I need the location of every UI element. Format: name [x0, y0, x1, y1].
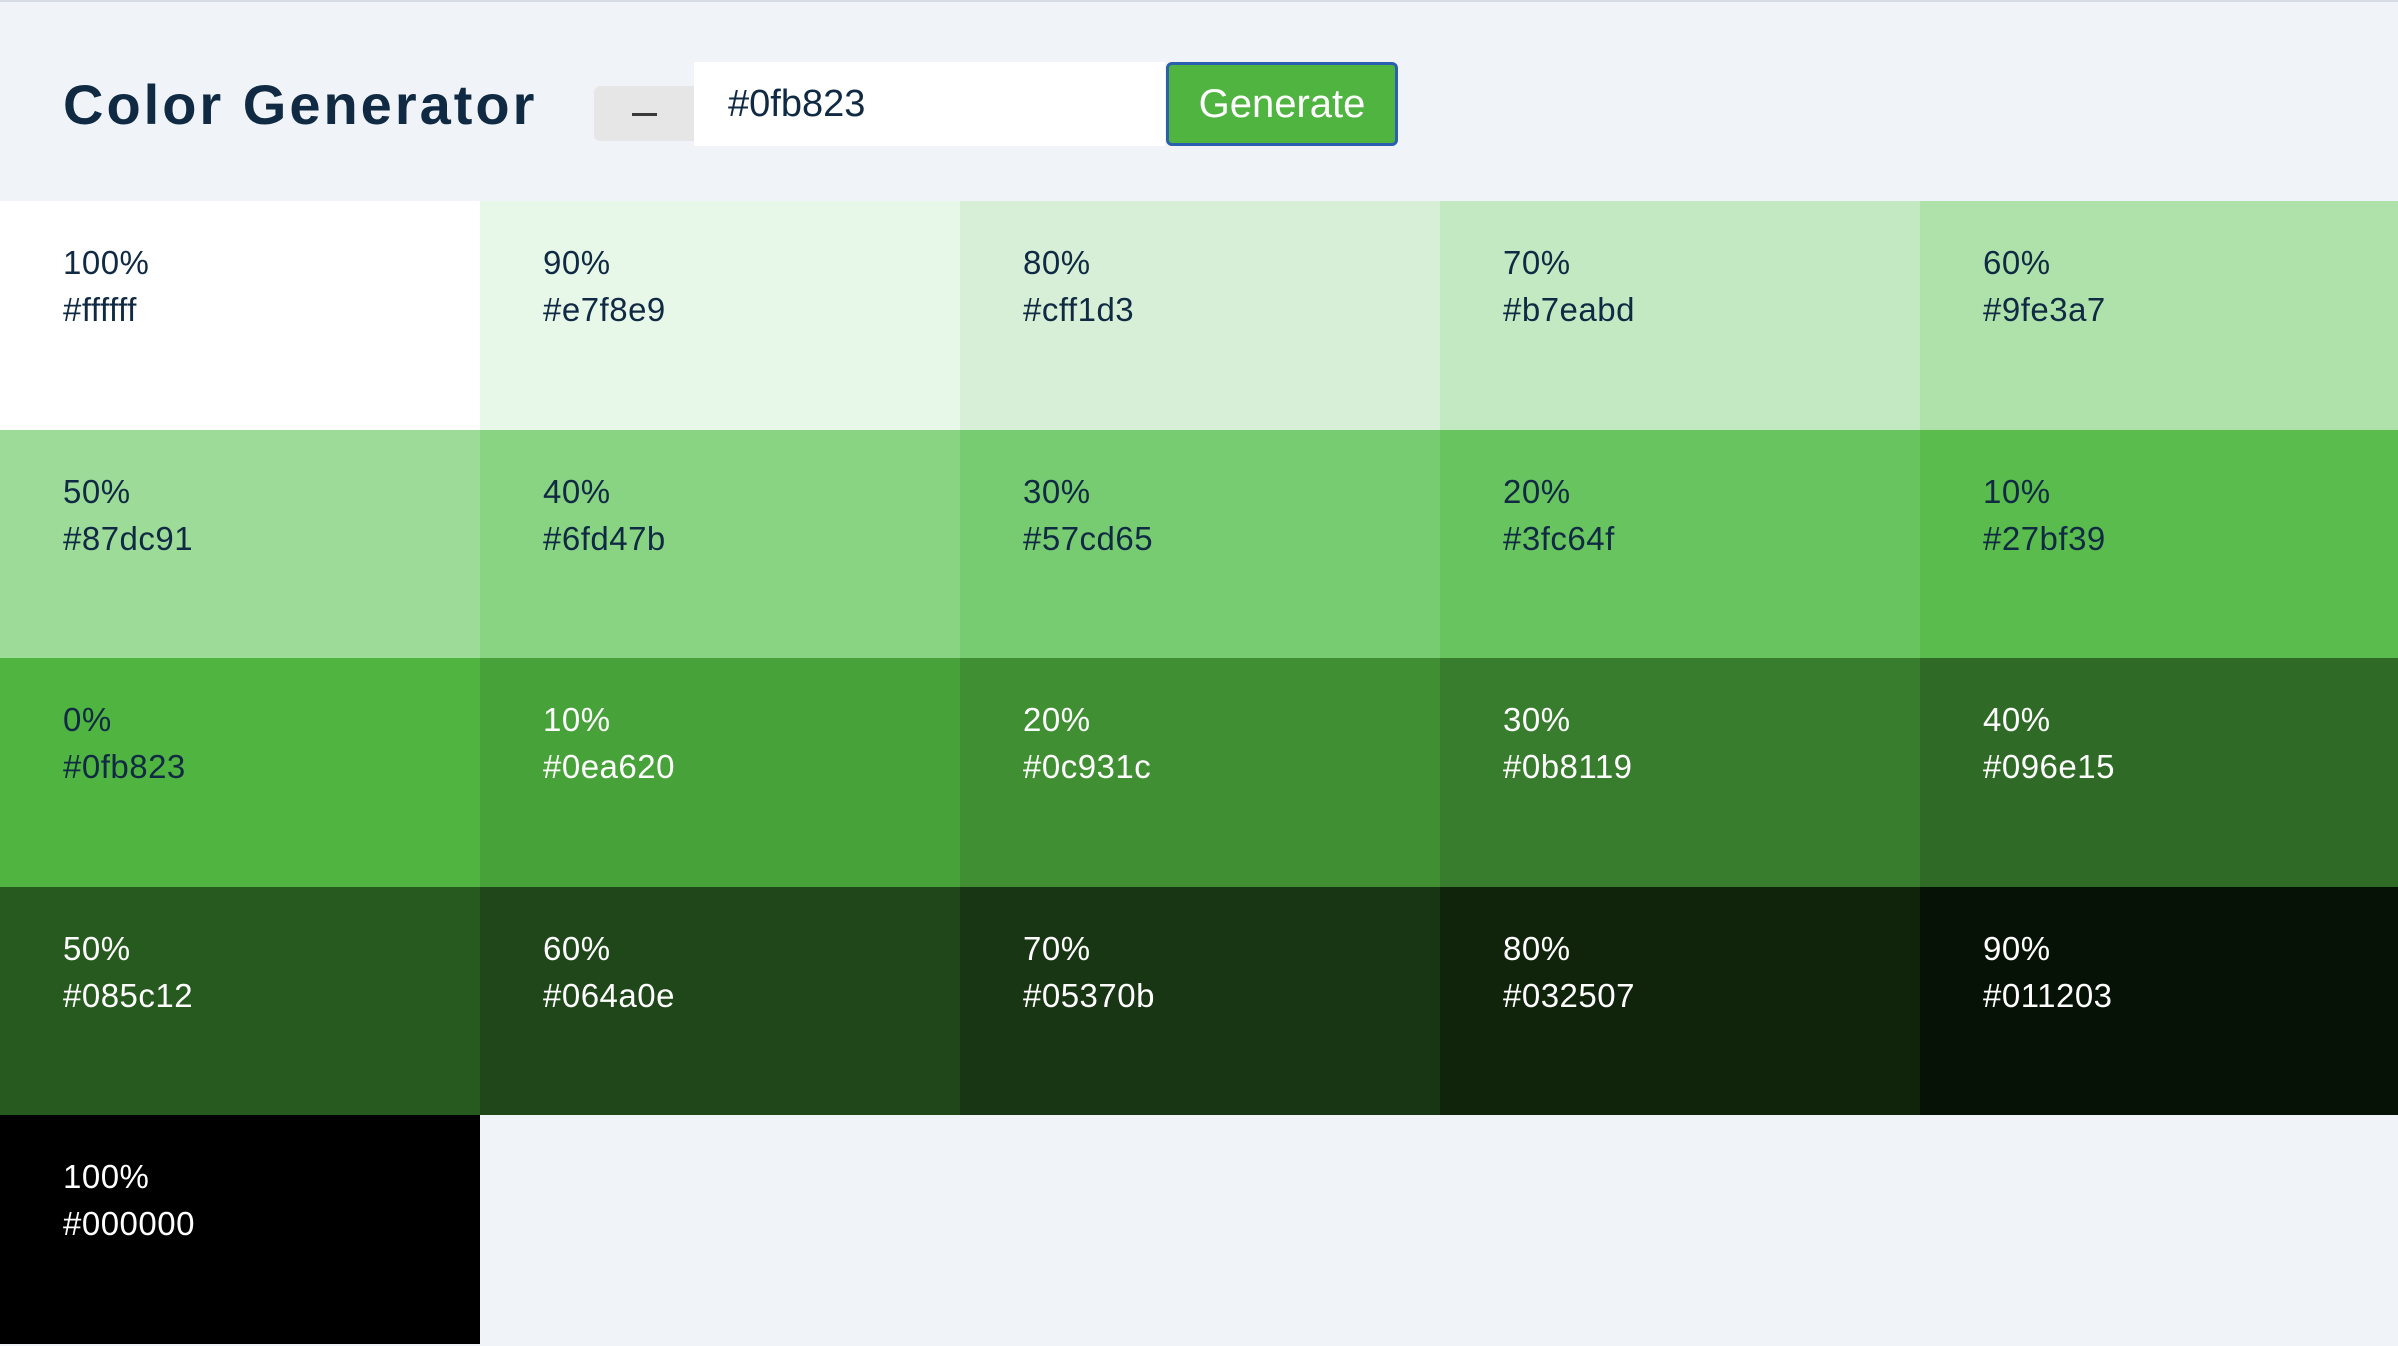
swatch-percent: 100%	[63, 1158, 150, 1195]
generate-button[interactable]: Generate	[1166, 62, 1398, 146]
swatch-hex: #0c931c	[1023, 748, 1152, 785]
swatch-percent: 60%	[543, 929, 611, 967]
swatch-percent: 70%	[1503, 244, 1571, 281]
swatch-hex: #87dc91	[63, 519, 194, 557]
color-picker-input[interactable]	[594, 86, 695, 141]
swatch-percent: 80%	[1023, 244, 1091, 281]
swatch-percent: 90%	[543, 244, 611, 281]
swatch-percent: 30%	[1023, 472, 1091, 510]
swatch-percent: 0%	[63, 701, 112, 738]
color-swatch[interactable]: 30% #0b8119	[1440, 658, 1920, 887]
swatch-percent: 10%	[543, 701, 611, 738]
swatch-percent: 60%	[1983, 244, 2051, 281]
color-swatch[interactable]: 40% #096e15	[1920, 658, 2398, 887]
swatch-hex: #ffffff	[63, 291, 137, 328]
swatch-percent: 20%	[1023, 701, 1091, 738]
swatch-hex: #0b8119	[1503, 748, 1633, 785]
color-swatch[interactable]: 20% #0c931c	[960, 658, 1440, 887]
swatch-percent: 50%	[63, 472, 131, 510]
swatch-hex: #032507	[1503, 976, 1635, 1014]
swatch-hex: #085c12	[63, 976, 194, 1014]
swatch-hex: #0ea620	[543, 748, 675, 785]
swatch-percent: 40%	[1983, 701, 2051, 738]
swatch-percent: 70%	[1023, 929, 1091, 967]
color-swatch[interactable]: 100% #ffffff	[0, 201, 480, 430]
swatch-hex: #011203	[1983, 976, 2113, 1014]
swatch-hex: #000000	[63, 1205, 195, 1242]
color-swatch[interactable]: 10% #27bf39	[1920, 429, 2398, 658]
swatch-hex: #3fc64f	[1503, 519, 1615, 557]
color-swatch[interactable]: 70% #b7eabd	[1440, 201, 1920, 430]
swatch-hex: #b7eabd	[1503, 291, 1635, 328]
color-swatch[interactable]: 20% #3fc64f	[1440, 429, 1920, 658]
page-title: Color Generator	[63, 73, 538, 136]
swatch-hex: #e7f8e9	[543, 291, 666, 328]
swatch-hex: #05370b	[1023, 976, 1155, 1014]
color-swatch[interactable]: 0% #0fb823	[0, 658, 480, 887]
swatch-hex: #cff1d3	[1023, 291, 1135, 328]
swatch-percent: 10%	[1983, 472, 2051, 510]
swatch-percent: 100%	[63, 244, 150, 281]
color-swatch[interactable]: 60% #064a0e	[480, 886, 960, 1115]
swatch-hex: #6fd47b	[543, 519, 666, 557]
swatch-percent: 50%	[63, 929, 131, 967]
color-swatch[interactable]: 60% #9fe3a7	[1920, 201, 2398, 430]
color-swatch[interactable]: 100% #000000	[0, 1115, 480, 1344]
color-swatch[interactable]: 40% #6fd47b	[480, 429, 960, 658]
color-swatch[interactable]: 80% #cff1d3	[960, 201, 1440, 430]
swatch-hex: #0fb823	[63, 748, 186, 785]
color-swatch[interactable]: 30% #57cd65	[960, 429, 1440, 658]
color-swatch[interactable]: 10% #0ea620	[480, 658, 960, 887]
swatch-percent: 90%	[1983, 929, 2051, 967]
color-swatch[interactable]: 90% #e7f8e9	[480, 201, 960, 430]
swatch-percent: 80%	[1503, 929, 1571, 967]
color-swatch[interactable]: 50% #87dc91	[0, 429, 480, 658]
swatch-percent: 40%	[543, 472, 611, 510]
swatch-hex: #096e15	[1983, 748, 2115, 785]
hex-color-input[interactable]	[694, 62, 1165, 146]
color-swatch[interactable]: 50% #085c12	[0, 886, 480, 1115]
color-swatch[interactable]: 80% #032507	[1440, 886, 1920, 1115]
swatch-percent: 20%	[1503, 472, 1571, 510]
color-swatch[interactable]: 90% #011203	[1920, 886, 2398, 1115]
header: Color Generator Generate	[0, 0, 2398, 201]
swatch-hex: #27bf39	[1983, 519, 2106, 557]
color-palette: 100% #ffffff 90% #e7f8e9 80% #cff1d3 70% #b7eab…	[0, 201, 2398, 1344]
swatch-percent: 30%	[1503, 701, 1571, 738]
swatch-hex: #57cd65	[1023, 519, 1154, 557]
swatch-hex: #064a0e	[543, 976, 675, 1014]
swatch-hex: #9fe3a7	[1983, 291, 2106, 328]
minus-icon	[632, 113, 657, 116]
color-swatch[interactable]: 70% #05370b	[960, 886, 1440, 1115]
